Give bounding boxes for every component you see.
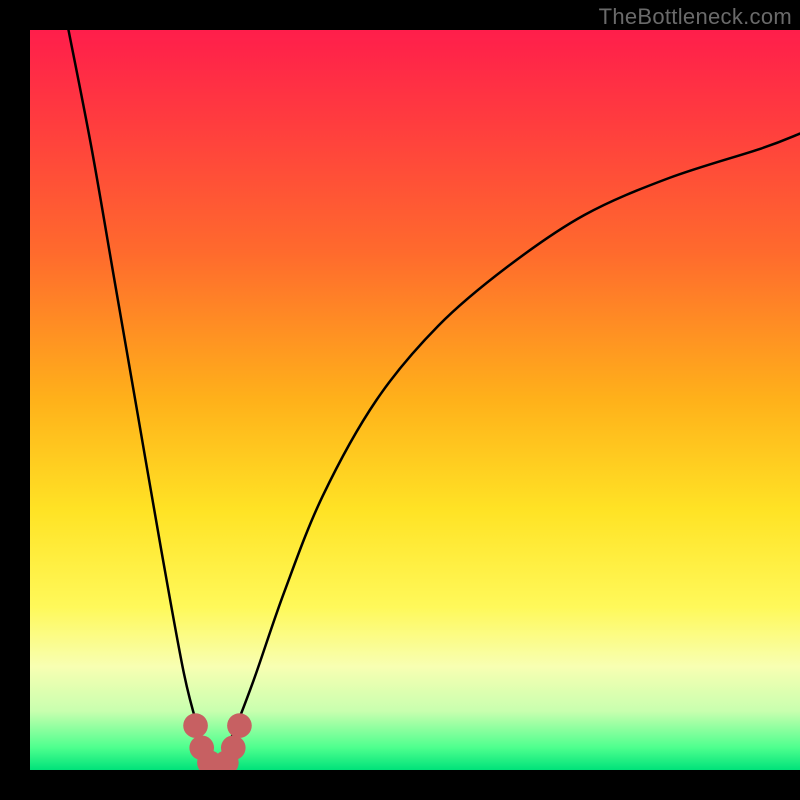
sweet-spot-dot <box>183 713 208 738</box>
chart-frame: TheBottleneck.com <box>30 0 800 770</box>
bottleneck-chart <box>30 0 800 770</box>
watermark-text: TheBottleneck.com <box>599 4 792 30</box>
gradient-background <box>30 30 800 770</box>
sweet-spot-dot <box>227 713 252 738</box>
sweet-spot-dot <box>221 735 246 760</box>
